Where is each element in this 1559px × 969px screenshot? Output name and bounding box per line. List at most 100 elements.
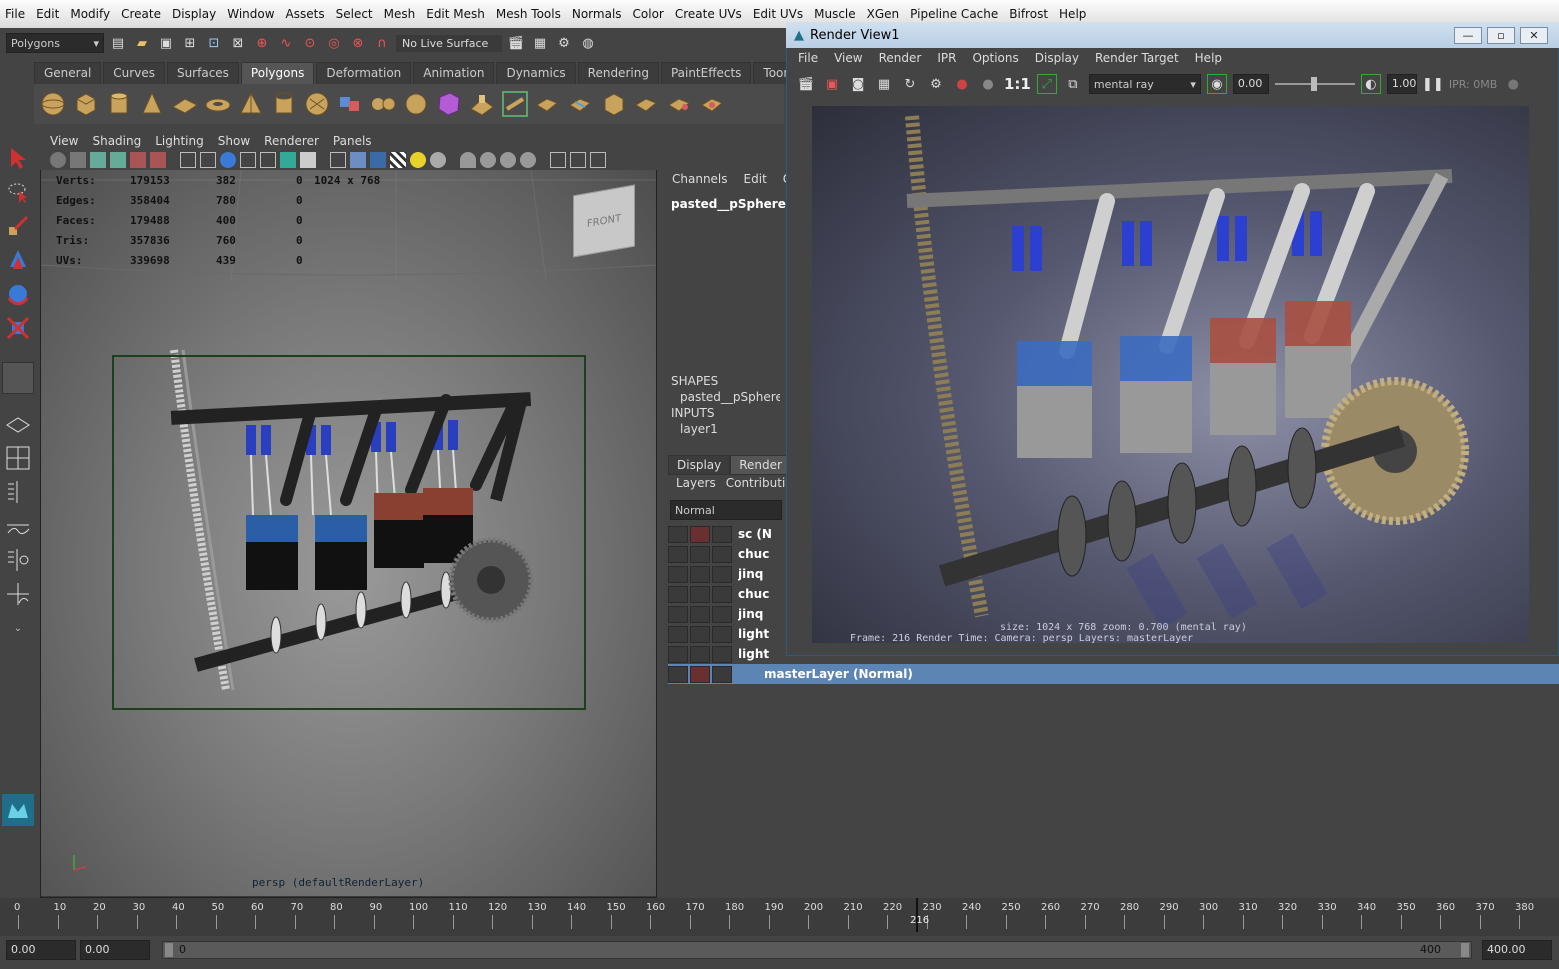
renderable-icon[interactable] bbox=[690, 605, 710, 623]
poly-pipe-icon[interactable] bbox=[269, 89, 299, 119]
viewport-menu-view[interactable]: View bbox=[50, 134, 78, 148]
menu-window[interactable]: Window bbox=[224, 7, 282, 21]
menu-select[interactable]: Select bbox=[333, 7, 381, 21]
motion-blur-icon[interactable] bbox=[480, 152, 496, 168]
poly-sphere-icon[interactable] bbox=[38, 89, 68, 119]
bookmarks-icon[interactable] bbox=[90, 152, 106, 168]
layer-row[interactable]: chuc bbox=[668, 544, 782, 564]
render-settings-icon[interactable] bbox=[712, 545, 732, 563]
menu-normals[interactable]: Normals bbox=[569, 7, 630, 21]
bridge-icon[interactable] bbox=[500, 89, 530, 119]
menu-file[interactable]: File bbox=[2, 7, 33, 21]
merge-icon[interactable] bbox=[698, 89, 728, 119]
snapshot-icon[interactable]: ◙ bbox=[848, 74, 868, 94]
object-name[interactable]: pasted__pSphere1 bbox=[671, 197, 794, 211]
visibility-icon[interactable] bbox=[668, 625, 688, 643]
shadows-icon[interactable] bbox=[430, 152, 446, 168]
pause-ipr-icon[interactable]: ❚❚ bbox=[1422, 74, 1444, 94]
end-time-field[interactable]: 400.00 bbox=[1482, 940, 1552, 960]
shelf-tab-dynamics[interactable]: Dynamics bbox=[496, 62, 576, 84]
master-layer-row[interactable]: masterLayer (Normal) bbox=[668, 664, 1559, 684]
select-object-icon[interactable]: ⊡ bbox=[204, 33, 224, 53]
wireframe-on-shaded-icon[interactable] bbox=[370, 152, 386, 168]
poly-cube-icon[interactable] bbox=[71, 89, 101, 119]
extrude-icon[interactable] bbox=[467, 89, 497, 119]
live-surface-field[interactable]: No Live Surface bbox=[396, 34, 502, 52]
gamma-icon[interactable]: ◐ bbox=[1360, 74, 1381, 94]
bevel-icon[interactable] bbox=[665, 89, 695, 119]
outliner-layout-icon[interactable] bbox=[2, 476, 34, 508]
gamma-field[interactable]: 1.00 bbox=[1386, 74, 1417, 94]
persp-graph-layout-icon[interactable] bbox=[2, 578, 34, 610]
minimize-button[interactable]: — bbox=[1454, 27, 1482, 44]
renderable-icon[interactable] bbox=[690, 625, 710, 643]
render-settings-icon[interactable] bbox=[712, 625, 732, 643]
snap-grid-icon[interactable]: ⊕ bbox=[252, 33, 272, 53]
refresh-ipr-icon[interactable]: ↻ bbox=[900, 74, 920, 94]
hypershade-layout-icon[interactable] bbox=[2, 544, 34, 576]
layer-tab-display[interactable]: Display bbox=[668, 455, 731, 475]
visibility-icon[interactable] bbox=[668, 565, 688, 583]
renderable-icon[interactable] bbox=[690, 565, 710, 583]
image-plane-icon[interactable] bbox=[110, 152, 126, 168]
grease-pencil-icon[interactable] bbox=[150, 152, 166, 168]
select-camera-icon[interactable] bbox=[50, 152, 66, 168]
multisample-aa-icon[interactable] bbox=[500, 152, 516, 168]
snap-surface-icon[interactable]: ⊗ bbox=[348, 33, 368, 53]
ipr-render-icon[interactable]: ▦ bbox=[530, 33, 550, 53]
renderable-icon[interactable] bbox=[690, 665, 710, 683]
keep-image-icon[interactable]: ⤢ bbox=[1036, 74, 1057, 94]
render-settings-icon[interactable]: ⚙ bbox=[926, 74, 946, 94]
menu-color[interactable]: Color bbox=[630, 7, 672, 21]
range-end-handle[interactable] bbox=[1461, 943, 1469, 957]
menu-edit-mesh[interactable]: Edit Mesh bbox=[423, 7, 493, 21]
renderable-icon[interactable] bbox=[690, 645, 710, 663]
split-icon[interactable] bbox=[566, 89, 596, 119]
snap-curve-icon[interactable]: ∿ bbox=[276, 33, 296, 53]
smooth-shade-icon[interactable] bbox=[350, 152, 366, 168]
rgb-channels-icon[interactable]: ● bbox=[952, 74, 972, 94]
poly-soccer-ball-icon[interactable] bbox=[302, 89, 332, 119]
shelf-tab-animation[interactable]: Animation bbox=[413, 62, 495, 84]
rotate-tool-icon[interactable] bbox=[2, 278, 34, 310]
layer-row[interactable]: sc (N bbox=[668, 524, 782, 544]
layer-row[interactable]: light bbox=[668, 644, 782, 664]
field-chart-icon[interactable] bbox=[260, 152, 276, 168]
select-component-icon[interactable]: ⊠ bbox=[228, 33, 248, 53]
renderer-dropdown[interactable]: mental ray ▾ bbox=[1088, 74, 1201, 94]
snap-point-icon[interactable]: ⊙ bbox=[300, 33, 320, 53]
graph-editor-layout-icon[interactable] bbox=[2, 510, 34, 542]
camera-attributes-icon[interactable] bbox=[70, 152, 86, 168]
layer-tab-render[interactable]: Render bbox=[730, 455, 791, 475]
render-settings-icon[interactable]: ⚙ bbox=[554, 33, 574, 53]
visibility-icon[interactable] bbox=[668, 605, 688, 623]
menu-help[interactable]: Help bbox=[1056, 7, 1094, 21]
wireframe-icon[interactable] bbox=[330, 152, 346, 168]
render-settings-icon[interactable] bbox=[712, 605, 732, 623]
insert-edge-loop-icon[interactable] bbox=[599, 89, 629, 119]
grid-icon[interactable] bbox=[180, 152, 196, 168]
render-frame-icon[interactable]: 🎬︎ bbox=[506, 33, 526, 53]
channel-box-menu-edit[interactable]: Edit bbox=[744, 172, 767, 186]
blend-mode-dropdown[interactable]: Normal bbox=[670, 500, 782, 520]
open-scene-icon[interactable]: ▰ bbox=[132, 33, 152, 53]
film-gate-icon[interactable] bbox=[200, 152, 216, 168]
menu-set-dropdown[interactable]: Polygons ▾ bbox=[6, 33, 104, 53]
render-view-menu-render[interactable]: Render bbox=[879, 51, 922, 65]
xray-joints-icon[interactable] bbox=[590, 152, 606, 168]
menu-create[interactable]: Create bbox=[118, 7, 169, 21]
poly-cone-icon[interactable] bbox=[137, 89, 167, 119]
shelf-tab-surfaces[interactable]: Surfaces bbox=[166, 62, 239, 84]
safe-title-icon[interactable] bbox=[300, 152, 316, 168]
layout-options-icon[interactable]: ⌄ bbox=[2, 612, 34, 644]
layer-row[interactable]: chuc bbox=[668, 584, 782, 604]
shape-name[interactable]: pasted__pSphere1 bbox=[680, 390, 780, 404]
magnet-icon[interactable]: ∩ bbox=[372, 33, 392, 53]
visibility-icon[interactable] bbox=[668, 545, 688, 563]
shelf-tab-polygons[interactable]: Polygons bbox=[240, 62, 315, 84]
render-view-titlebar[interactable]: ▲ Render View1 bbox=[786, 22, 1559, 48]
gate-mask-icon[interactable] bbox=[240, 152, 256, 168]
new-scene-icon[interactable]: ▤ bbox=[108, 33, 128, 53]
move-tool-icon[interactable] bbox=[2, 244, 34, 276]
exposure-field[interactable]: 0.00 bbox=[1232, 74, 1269, 94]
